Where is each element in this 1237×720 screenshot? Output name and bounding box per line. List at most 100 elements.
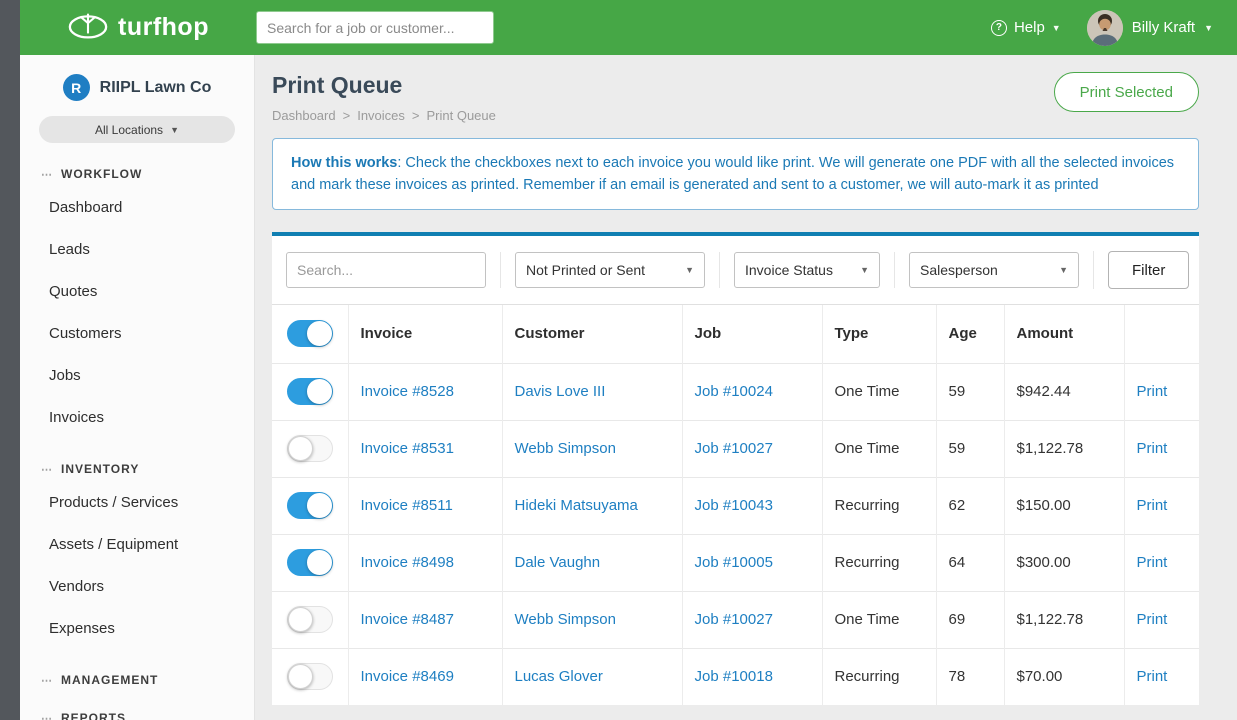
salesperson-value: Salesperson [920, 262, 998, 278]
global-search-input[interactable] [256, 11, 494, 44]
toggle-knob [288, 607, 313, 632]
table-search-input[interactable] [286, 252, 486, 288]
section-workflow: ⋯ WORKFLOW [20, 167, 254, 181]
row-toggle[interactable] [287, 549, 333, 576]
age-cell: 62 [936, 477, 1004, 534]
breadcrumb-dashboard[interactable]: Dashboard [272, 108, 336, 123]
breadcrumb: Dashboard > Invoices > Print Queue [272, 108, 496, 123]
user-name: Billy Kraft [1132, 19, 1195, 36]
sidebar-item-customers[interactable]: Customers [20, 312, 254, 354]
section-dash-icon: ⋯ [41, 712, 53, 720]
col-actions [1124, 305, 1199, 363]
job-link[interactable]: Job #10018 [695, 668, 773, 685]
sidebar-item-assets-equipment[interactable]: Assets / Equipment [20, 523, 254, 565]
invoice-link[interactable]: Invoice #8531 [361, 440, 454, 457]
section-dash-icon: ⋯ [41, 674, 53, 687]
invoice-link[interactable]: Invoice #8469 [361, 668, 454, 685]
customer-link[interactable]: Webb Simpson [515, 611, 616, 628]
customer-link[interactable]: Dale Vaughn [515, 554, 601, 571]
sidebar-item-jobs[interactable]: Jobs [20, 354, 254, 396]
breadcrumb-separator: > [412, 108, 420, 123]
invoice-status-value: Invoice Status [745, 262, 833, 278]
printed-filter-select[interactable]: Not Printed or Sent ▼ [515, 252, 705, 288]
invoice-link[interactable]: Invoice #8511 [361, 497, 453, 514]
location-filter-dropdown[interactable]: All Locations ▼ [39, 116, 235, 143]
sidebar-item-invoices[interactable]: Invoices [20, 396, 254, 438]
row-toggle[interactable] [287, 378, 333, 405]
print-link[interactable]: Print [1137, 668, 1168, 685]
chevron-down-icon: ▼ [1052, 23, 1061, 33]
brand-logo[interactable]: turfhop [20, 10, 256, 45]
user-menu[interactable]: Billy Kraft ▼ [1087, 10, 1213, 46]
customer-link[interactable]: Webb Simpson [515, 440, 616, 457]
age-cell: 78 [936, 648, 1004, 705]
invoice-link[interactable]: Invoice #8487 [361, 611, 454, 628]
print-queue-card: Not Printed or Sent ▼ Invoice Status ▼ S… [272, 232, 1199, 705]
age-cell: 69 [936, 591, 1004, 648]
sidebar-nav: ⋯ WORKFLOW Dashboard Leads Quotes Custom… [20, 167, 254, 720]
type-cell: Recurring [822, 534, 936, 591]
section-label-text: REPORTS [61, 711, 126, 720]
col-age: Age [936, 305, 1004, 363]
filter-button[interactable]: Filter [1108, 251, 1189, 289]
amount-cell: $150.00 [1004, 477, 1124, 534]
col-customer: Customer [502, 305, 682, 363]
topbar-right-group: ? Help ▼ Billy Kraft ▼ [991, 10, 1237, 46]
row-toggle[interactable] [287, 663, 333, 690]
amount-cell: $70.00 [1004, 648, 1124, 705]
page-header: Print Queue Dashboard > Invoices > Print… [272, 72, 1199, 123]
section-dash-icon: ⋯ [41, 168, 53, 181]
customer-link[interactable]: Hideki Matsuyama [515, 497, 638, 514]
chevron-down-icon: ▼ [685, 265, 694, 275]
breadcrumb-current: Print Queue [427, 108, 496, 123]
info-box: How this works: Check the checkboxes nex… [272, 138, 1199, 210]
help-menu[interactable]: ? Help ▼ [991, 19, 1061, 36]
company-row[interactable]: R RIIPL Lawn Co [20, 74, 254, 101]
print-link[interactable]: Print [1137, 440, 1168, 457]
sidebar-item-products-services[interactable]: Products / Services [20, 481, 254, 523]
sidebar-item-quotes[interactable]: Quotes [20, 270, 254, 312]
chevron-down-icon: ▼ [860, 265, 869, 275]
sidebar-item-dashboard[interactable]: Dashboard [20, 186, 254, 228]
select-all-toggle[interactable] [287, 320, 333, 347]
customer-link[interactable]: Davis Love III [515, 383, 606, 400]
row-toggle[interactable] [287, 435, 333, 462]
print-link[interactable]: Print [1137, 611, 1168, 628]
sidebar-item-expenses[interactable]: Expenses [20, 607, 254, 649]
job-link[interactable]: Job #10024 [695, 383, 773, 400]
customer-link[interactable]: Lucas Glover [515, 668, 603, 685]
job-link[interactable]: Job #10043 [695, 497, 773, 514]
table-row: Invoice #8469 Lucas Glover Job #10018 Re… [272, 648, 1199, 705]
print-link[interactable]: Print [1137, 554, 1168, 571]
row-toggle[interactable] [287, 492, 333, 519]
filter-search-group [272, 252, 500, 288]
table-row: Invoice #8498 Dale Vaughn Job #10005 Rec… [272, 534, 1199, 591]
filter-button-group: Filter [1093, 251, 1203, 289]
help-label: Help [1014, 19, 1045, 36]
section-label-text: MANAGEMENT [61, 673, 158, 687]
invoice-status-select[interactable]: Invoice Status ▼ [734, 252, 880, 288]
print-link[interactable]: Print [1137, 383, 1168, 400]
status-filter-group: Invoice Status ▼ [719, 252, 894, 288]
brand-name: turfhop [118, 13, 209, 42]
sidebar-item-leads[interactable]: Leads [20, 228, 254, 270]
toggle-knob [307, 493, 332, 518]
table-row: Invoice #8487 Webb Simpson Job #10027 On… [272, 591, 1199, 648]
invoice-link[interactable]: Invoice #8498 [361, 554, 454, 571]
printed-filter-group: Not Printed or Sent ▼ [500, 252, 719, 288]
job-link[interactable]: Job #10005 [695, 554, 773, 571]
invoice-link[interactable]: Invoice #8528 [361, 383, 454, 400]
col-type: Type [822, 305, 936, 363]
section-label-text: WORKFLOW [61, 167, 142, 181]
table-row: Invoice #8531 Webb Simpson Job #10027 On… [272, 420, 1199, 477]
sidebar-item-vendors[interactable]: Vendors [20, 565, 254, 607]
print-selected-button[interactable]: Print Selected [1054, 72, 1199, 112]
avatar [1087, 10, 1123, 46]
salesperson-select[interactable]: Salesperson ▼ [909, 252, 1079, 288]
job-link[interactable]: Job #10027 [695, 611, 773, 628]
print-link[interactable]: Print [1137, 497, 1168, 514]
row-toggle[interactable] [287, 606, 333, 633]
breadcrumb-invoices[interactable]: Invoices [357, 108, 405, 123]
job-link[interactable]: Job #10027 [695, 440, 773, 457]
col-amount: Amount [1004, 305, 1124, 363]
